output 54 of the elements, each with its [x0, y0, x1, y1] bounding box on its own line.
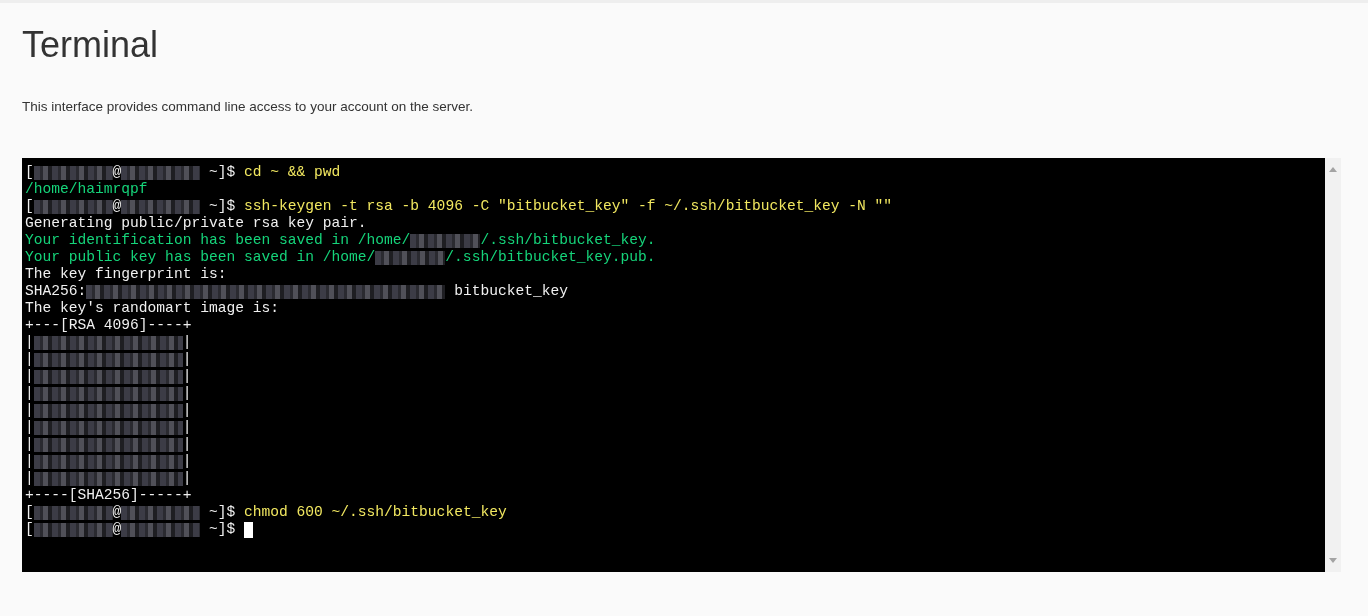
page-title: Terminal: [22, 23, 160, 67]
terminal-text: ~]$: [207, 504, 237, 521]
terminal-text: |: [25, 402, 34, 419]
terminal-text: |: [182, 385, 192, 402]
terminal-text: +----[SHA256]-----+: [25, 487, 192, 504]
terminal-text: ~]$: [207, 198, 237, 215]
terminal-text: chmod 600 ~/.ssh/bitbucket_key: [243, 504, 507, 521]
cursor: [243, 521, 253, 538]
terminal-text: |: [182, 334, 192, 351]
terminal-text: |: [25, 419, 34, 436]
terminal-text: /.ssh/bitbucket_key.: [480, 232, 656, 249]
terminal-text: |: [182, 368, 192, 385]
terminal-text: /home/haimrqpf: [25, 181, 148, 198]
terminal-text: Your public key has been saved in /home/: [25, 249, 376, 266]
terminal-text: SHA256:: [25, 283, 87, 300]
terminal-text: The key fingerprint is:: [25, 266, 227, 283]
terminal-text: [: [25, 521, 34, 538]
terminal-text: |: [182, 419, 192, 436]
scroll-down-icon[interactable]: [1329, 558, 1337, 563]
terminal-text: |: [182, 470, 192, 487]
blurred-block: [375, 250, 446, 265]
page-description: This interface provides command line access to your account on the server.: [22, 98, 474, 116]
blurred-block: [410, 233, 481, 248]
terminal-text: @: [112, 504, 122, 521]
terminal-text: [: [25, 198, 34, 215]
terminal-text: |: [25, 368, 34, 385]
terminal-text: Generating public/private rsa key pair.: [25, 215, 367, 232]
terminal-text: @: [112, 164, 122, 181]
terminal-text: |: [25, 453, 34, 470]
terminal-text: The key's randomart image is:: [25, 300, 279, 317]
terminal-screen[interactable]: [22, 158, 1325, 572]
terminal-text: /.ssh/bitbucket_key.pub.: [445, 249, 656, 266]
terminal-text: |: [25, 385, 34, 402]
terminal-text: ~]$: [207, 521, 237, 538]
terminal-text: |: [182, 436, 192, 453]
terminal-text: +---[RSA 4096]----+: [25, 317, 192, 334]
terminal-text: @: [112, 521, 122, 538]
terminal-text: |: [182, 402, 192, 419]
terminal-text: @: [112, 198, 122, 215]
terminal-text: |: [25, 436, 34, 453]
terminal-text: |: [182, 351, 192, 368]
terminal-text: [: [25, 164, 34, 181]
terminal-text: [: [25, 504, 34, 521]
terminal-text: Your identification has been saved in /home/: [25, 232, 411, 249]
terminal-text: |: [182, 453, 192, 470]
scroll-up-icon[interactable]: [1329, 167, 1337, 172]
terminal-text: |: [25, 334, 34, 351]
terminal-text: cd ~ && pwd: [243, 164, 341, 181]
terminal-text: bitbucket_key: [453, 283, 568, 300]
terminal-text: |: [25, 470, 34, 487]
scrollbar[interactable]: [1325, 158, 1341, 572]
terminal-text: ssh-keygen -t rsa -b 4096 -C "bitbucket_key" -f ~/.ssh/bitbucket_key -N "": [243, 198, 893, 215]
terminal-text: |: [25, 351, 34, 368]
terminal-text: ~]$: [207, 164, 237, 181]
